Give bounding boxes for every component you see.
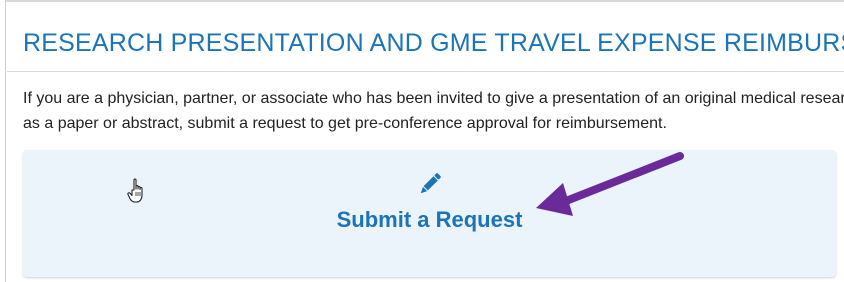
hand-pointer-cursor-icon	[127, 178, 143, 203]
description-line-2: as a paper or abstract, submit a request…	[23, 115, 667, 132]
card-title: RESEARCH PRESENTATION AND GME TRAVEL EXP…	[23, 29, 844, 57]
pencil-icon	[420, 173, 441, 194]
submit-request-button[interactable]: Submit a Request	[23, 150, 836, 277]
card-description: If you are a physician, partner, or asso…	[23, 86, 844, 136]
reimbursement-card: RESEARCH PRESENTATION AND GME TRAVEL EXP…	[0, 0, 844, 282]
card-left-border	[5, 0, 6, 282]
card-top-border	[5, 0, 844, 2]
title-divider	[7, 71, 844, 72]
submit-request-link[interactable]: Submit a Request	[23, 207, 836, 233]
description-line-1: If you are a physician, partner, or asso…	[23, 90, 844, 107]
